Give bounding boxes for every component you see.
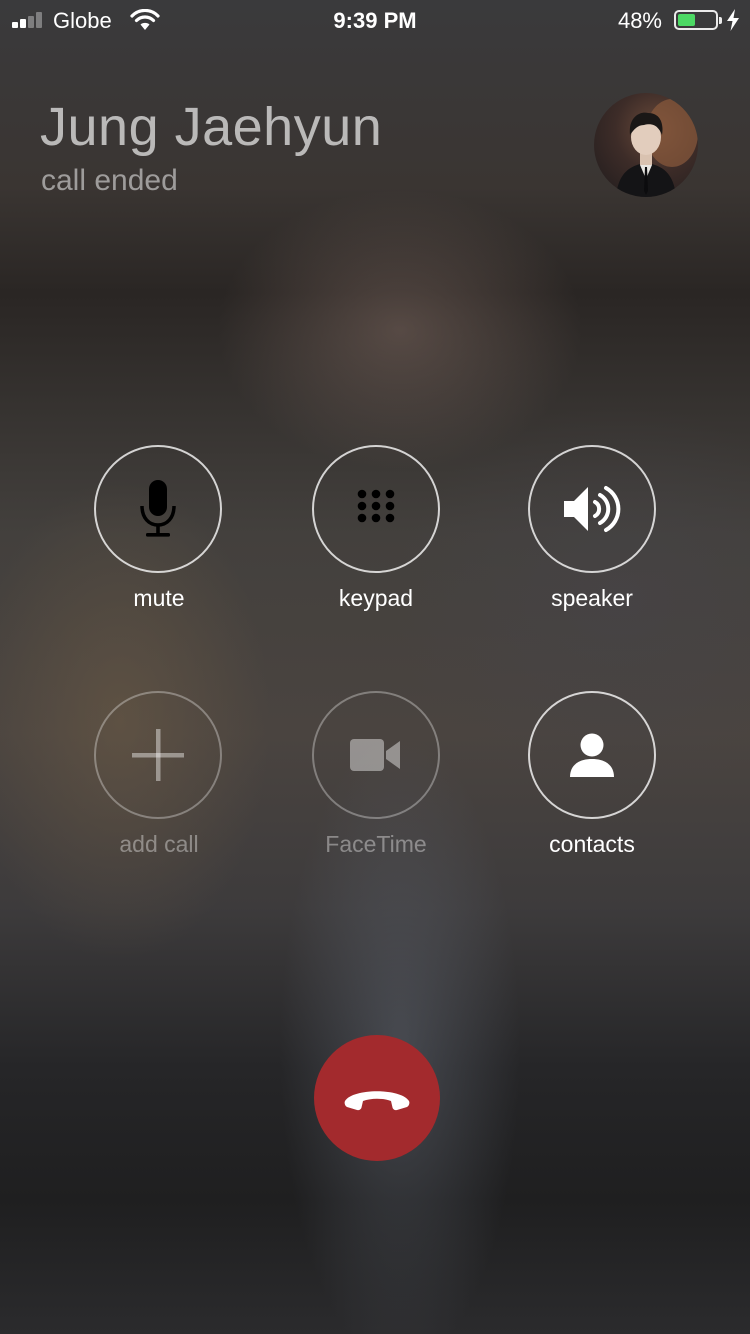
contacts-label: contacts xyxy=(549,831,635,857)
facetime-label: FaceTime xyxy=(325,831,427,857)
battery-percentage: 48% xyxy=(617,8,662,33)
keypad-label: keypad xyxy=(338,585,414,611)
facetime-button[interactable] xyxy=(312,691,440,819)
phone-hangup-icon xyxy=(344,1091,410,1111)
keypad-button[interactable] xyxy=(312,445,440,573)
battery-level-fill xyxy=(678,14,695,26)
end-call-button[interactable] xyxy=(314,1035,440,1161)
speaker-label: speaker xyxy=(551,585,633,611)
microphone-icon xyxy=(140,480,176,537)
video-camera-icon xyxy=(350,739,400,771)
call-screen: Globe 9:39 PM 48% Jung Jaehyun call ende… xyxy=(0,0,750,1334)
caller-name: Jung Jaehyun xyxy=(40,97,383,157)
mute-button[interactable] xyxy=(94,445,222,573)
speaker-icon xyxy=(564,486,621,532)
keypad-icon xyxy=(357,489,395,523)
plus-icon xyxy=(132,729,184,781)
charging-bolt-icon xyxy=(727,9,739,31)
add-call-button[interactable] xyxy=(94,691,222,819)
battery-icon xyxy=(674,10,722,30)
call-status: call ended xyxy=(41,164,178,197)
person-icon xyxy=(570,733,614,777)
add-call-label: add call xyxy=(119,831,199,857)
status-bar: Globe 9:39 PM 48% xyxy=(0,0,750,40)
mute-label: mute xyxy=(133,585,185,611)
contacts-button[interactable] xyxy=(528,691,656,819)
caller-avatar xyxy=(594,93,698,197)
speaker-button[interactable] xyxy=(528,445,656,573)
